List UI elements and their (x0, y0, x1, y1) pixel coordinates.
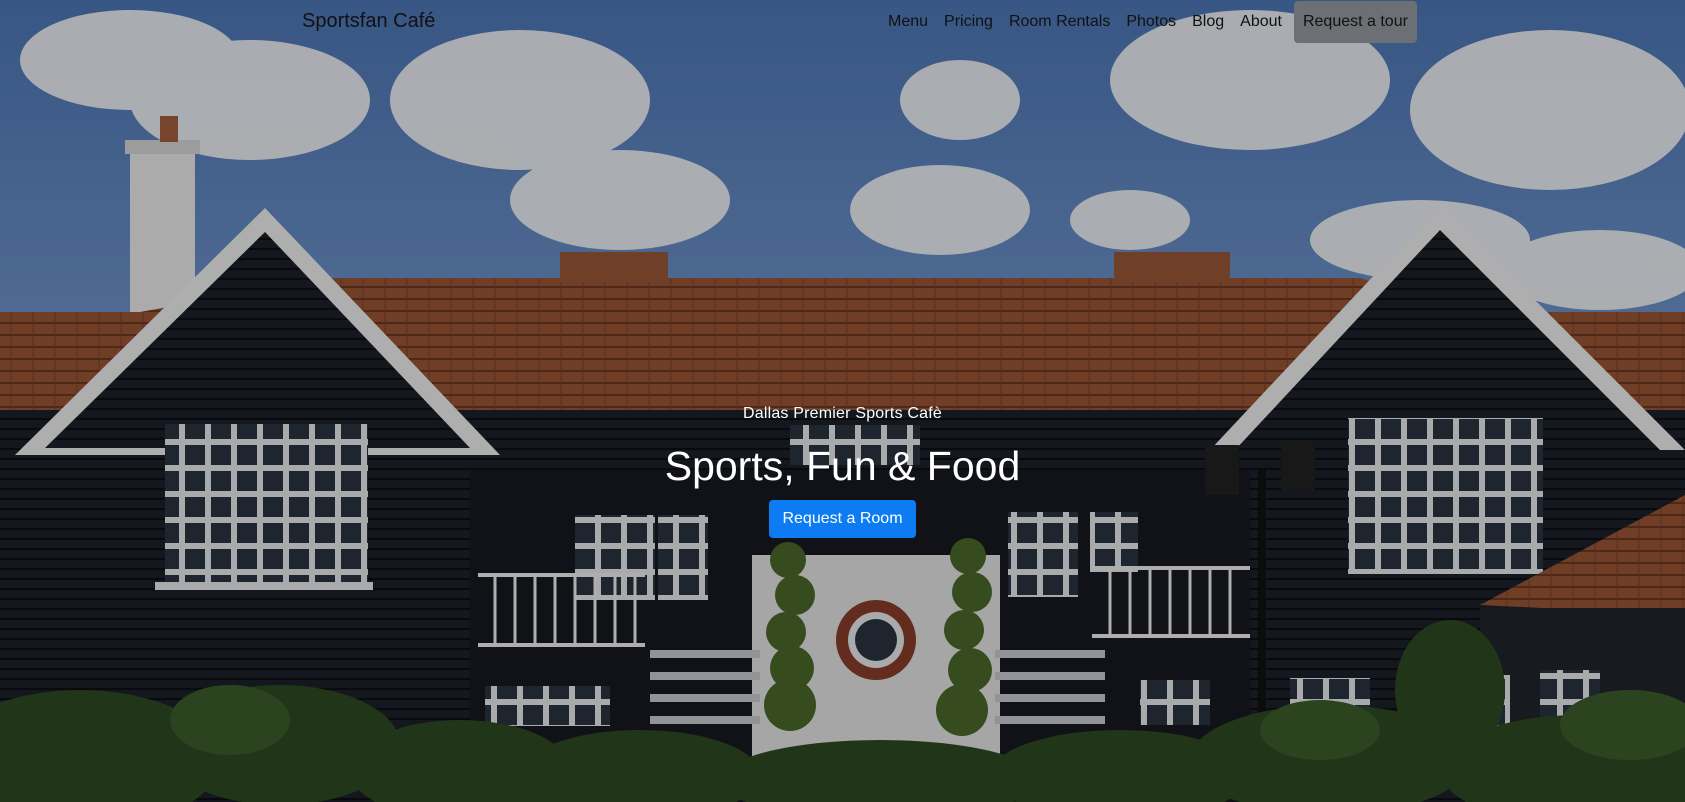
request-room-button[interactable]: Request a Room (769, 500, 916, 538)
nav-link-room-rentals[interactable]: Room Rentals (1001, 0, 1118, 44)
nav-link-menu[interactable]: Menu (880, 0, 936, 44)
nav-link-blog[interactable]: Blog (1184, 0, 1232, 44)
brand-logo-link[interactable]: Sportsfan Café (302, 10, 435, 33)
nav-link-photos[interactable]: Photos (1118, 0, 1184, 44)
nav-link-pricing[interactable]: Pricing (936, 0, 1001, 44)
hero-subtitle: Dallas Premier Sports Cafè (742, 405, 943, 422)
hero-title: Sports, Fun & Food (664, 443, 1021, 489)
hero-dim-overlay (0, 0, 1685, 802)
nav-link-about[interactable]: About (1232, 0, 1290, 44)
request-tour-button[interactable]: Request a tour (1293, 1, 1417, 43)
nav-links: Menu Pricing Room Rentals Photos Blog Ab… (880, 0, 1417, 44)
hero-section: Sportsfan Café Menu Pricing Room Rentals… (0, 0, 1685, 802)
navbar: Sportsfan Café Menu Pricing Room Rentals… (0, 0, 1685, 46)
hero-content: Dallas Premier Sports Cafè Sports, Fun &… (0, 402, 1685, 538)
